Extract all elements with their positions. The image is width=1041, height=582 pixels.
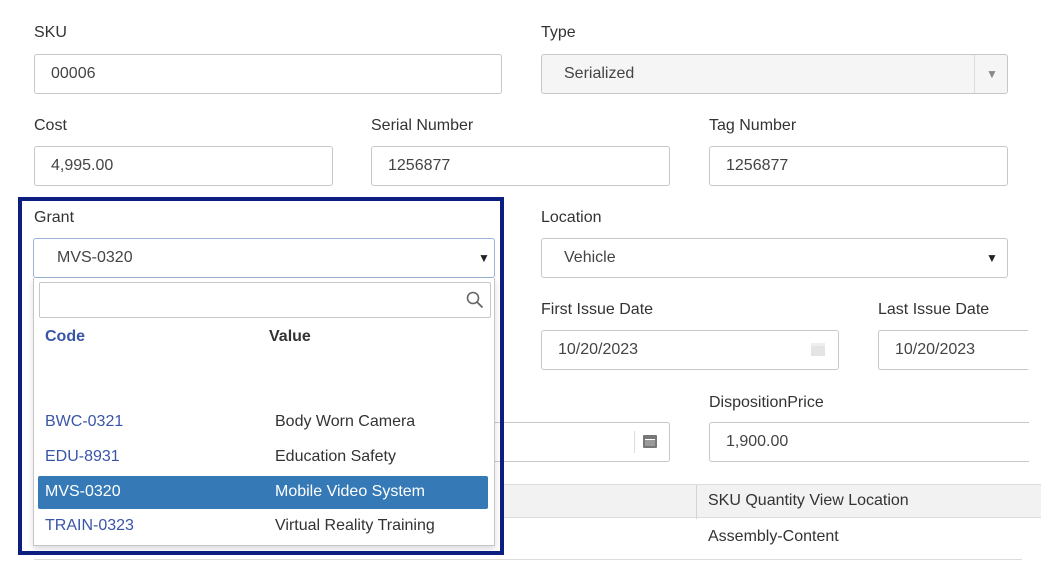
caret-down-icon[interactable]: ▼ bbox=[986, 68, 998, 80]
grant-value: MVS-0320 bbox=[57, 249, 133, 266]
location-select[interactable]: Vehicle bbox=[541, 238, 1008, 278]
disposition-price-label: DispositionPrice bbox=[709, 394, 824, 411]
grid-cell-location: Assembly-Content bbox=[708, 528, 839, 545]
serial-number-value: 1256877 bbox=[388, 157, 451, 174]
dropdown-column-value: Value bbox=[269, 328, 311, 345]
location-label: Location bbox=[541, 209, 602, 226]
type-value: Serialized bbox=[564, 65, 635, 82]
calendar-icon[interactable] bbox=[643, 435, 657, 448]
grant-dropdown: Code Value BWC-0321 Body Worn Camera EDU… bbox=[33, 278, 495, 546]
type-label: Type bbox=[541, 24, 576, 41]
tag-number-label: Tag Number bbox=[709, 117, 797, 134]
caret-down-icon[interactable]: ▼ bbox=[986, 252, 998, 264]
disposition-price-value: 1,900.00 bbox=[726, 433, 789, 450]
search-icon[interactable] bbox=[466, 291, 484, 314]
first-issue-date-label: First Issue Date bbox=[541, 301, 654, 318]
cost-value: 4,995.00 bbox=[51, 157, 114, 174]
caret-down-icon[interactable]: ▼ bbox=[478, 252, 490, 264]
type-select-divider bbox=[974, 55, 975, 93]
last-issue-date-value: 10/20/2023 bbox=[895, 341, 976, 358]
dropdown-option[interactable]: EDU-8931 Education Safety bbox=[38, 441, 488, 474]
dropdown-column-code: Code bbox=[45, 328, 85, 345]
option-value: Body Worn Camera bbox=[275, 413, 416, 430]
grid-column-divider bbox=[696, 485, 697, 519]
grant-select[interactable]: MVS-0320 bbox=[33, 238, 495, 278]
grant-label: Grant bbox=[34, 209, 75, 226]
option-value: Education Safety bbox=[275, 448, 396, 465]
option-value: Virtual Reality Training bbox=[275, 517, 435, 534]
grant-search-input[interactable] bbox=[39, 282, 491, 318]
dropdown-option[interactable]: BWC-0321 Body Worn Camera bbox=[38, 406, 488, 439]
option-code: MVS-0320 bbox=[45, 483, 121, 500]
option-code: EDU-8931 bbox=[45, 448, 120, 465]
last-issue-date-label: Last Issue Date bbox=[878, 301, 990, 318]
tag-number-input[interactable]: 1256877 bbox=[709, 146, 1008, 186]
grid-column-sku-quantity-view-location[interactable]: SKU Quantity View Location bbox=[708, 492, 909, 510]
first-issue-date-input[interactable]: 10/20/2023 bbox=[541, 330, 839, 370]
serial-number-label: Serial Number bbox=[371, 117, 474, 134]
dropdown-option[interactable]: TRAIN-0323 Virtual Reality Training bbox=[38, 510, 488, 543]
sku-label: SKU bbox=[34, 24, 67, 41]
location-value: Vehicle bbox=[564, 249, 616, 266]
grid-header: SKU Quantity View Location bbox=[504, 484, 1041, 519]
sku-value: 00006 bbox=[51, 65, 96, 82]
disposition-price-input[interactable]: 1,900.00 bbox=[709, 422, 1029, 462]
option-code: BWC-0321 bbox=[45, 413, 124, 430]
date-divider bbox=[634, 431, 635, 453]
option-code: TRAIN-0323 bbox=[45, 517, 134, 534]
calendar-icon[interactable] bbox=[811, 343, 825, 356]
grid-bottom-border bbox=[34, 559, 1022, 560]
last-issue-date-input[interactable]: 10/20/2023 bbox=[878, 330, 1028, 370]
dropdown-option-selected[interactable]: MVS-0320 Mobile Video System bbox=[38, 476, 488, 509]
tag-number-value: 1256877 bbox=[726, 157, 789, 174]
option-value: Mobile Video System bbox=[275, 483, 425, 500]
serial-number-input[interactable]: 1256877 bbox=[371, 146, 670, 186]
type-select[interactable]: Serialized bbox=[541, 54, 1008, 94]
disposition-date-input[interactable] bbox=[470, 422, 670, 462]
sku-input[interactable]: 00006 bbox=[34, 54, 502, 94]
cost-input[interactable]: 4,995.00 bbox=[34, 146, 333, 186]
first-issue-date-value: 10/20/2023 bbox=[558, 341, 639, 358]
cost-label: Cost bbox=[34, 117, 67, 134]
